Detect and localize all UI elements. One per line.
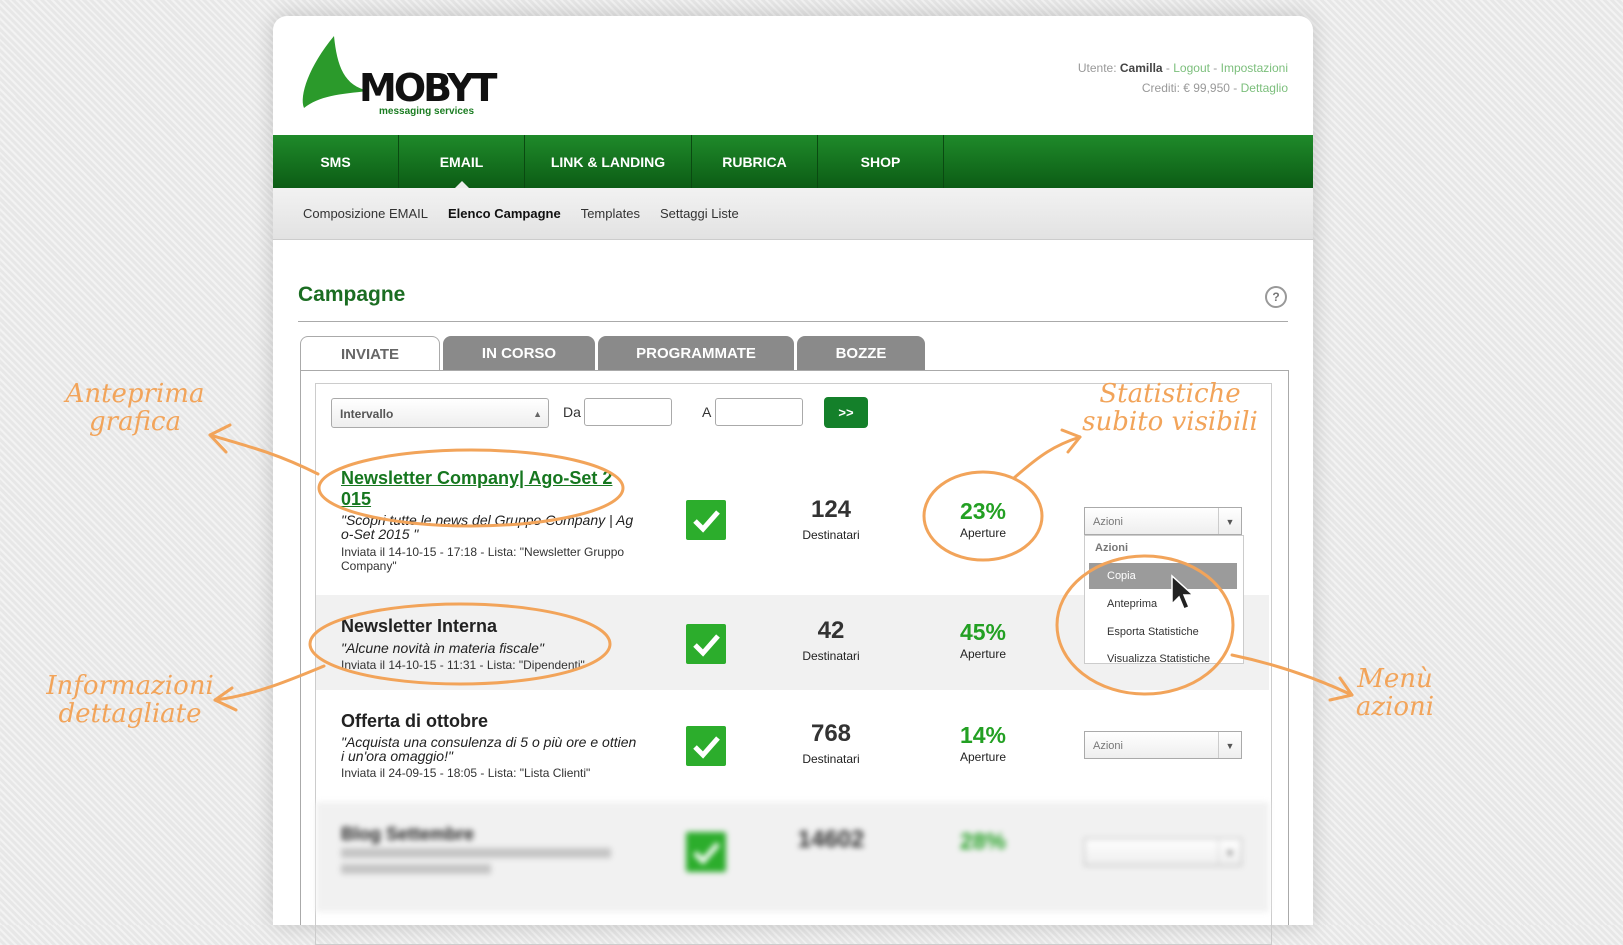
actions-value: Azioni: [1093, 740, 1123, 752]
subnav-templates[interactable]: Templates: [581, 206, 640, 221]
open-rate: 28%: [959, 828, 1007, 854]
open-rate-label: Aperture: [959, 750, 1007, 764]
recipients-count: 768: [810, 720, 852, 747]
blurred-text: [341, 864, 491, 874]
to-date-input[interactable]: [715, 398, 803, 426]
actions-select[interactable]: Azioni ▼: [1084, 731, 1242, 759]
interval-value: Intervallo: [340, 407, 394, 421]
subnav-composizione[interactable]: Composizione EMAIL: [303, 206, 428, 221]
open-rate: 14%: [959, 722, 1007, 748]
detail-link[interactable]: Dettaglio: [1241, 81, 1288, 95]
tab-inviate[interactable]: INVIATE: [300, 336, 440, 371]
tab-in-corso[interactable]: IN CORSO: [443, 336, 595, 370]
settings-link[interactable]: Impostazioni: [1221, 61, 1288, 75]
menu-item-visualizza-statistiche[interactable]: Visualizza Statistiche: [1089, 646, 1237, 672]
sent-check-icon: [686, 500, 726, 540]
desc-line2: i un'ora omaggio!": [341, 748, 453, 764]
chevron-down-icon: ▼: [1218, 508, 1241, 534]
campaign-row: Offerta di ottobre "Acquista una consule…: [316, 690, 1269, 800]
help-icon[interactable]: ?: [1265, 286, 1287, 308]
nav-link-landing[interactable]: LINK & LANDING: [525, 135, 692, 188]
campaign-tabs: INVIATE IN CORSO PROGRAMMATE BOZZE: [300, 336, 928, 371]
main-nav: SMS EMAIL LINK & LANDING RUBRICA SHOP: [273, 135, 1313, 189]
actions-value: Azioni: [1093, 516, 1123, 528]
campaign-title[interactable]: Newsletter Interna: [341, 616, 497, 637]
menu-header: Azioni: [1095, 542, 1128, 554]
chevron-down-icon: ▼: [1218, 732, 1241, 758]
menu-item-anteprima[interactable]: Anteprima: [1089, 591, 1237, 617]
campaign-title[interactable]: Blog Settembre: [341, 824, 474, 845]
annotation-preview: Anteprima grafica: [65, 379, 205, 437]
from-date-input[interactable]: [584, 398, 672, 426]
mouse-cursor-icon: [1171, 574, 1195, 610]
sub-nav: Composizione EMAIL Elenco Campagne Templ…: [273, 188, 1313, 240]
actions-select[interactable]: ▼: [1084, 838, 1242, 866]
recipients-count: 14602: [797, 826, 865, 853]
subnav-settaggi-liste[interactable]: Settaggi Liste: [660, 206, 739, 221]
sent-check-icon: [686, 726, 726, 766]
open-rate: 23%: [959, 498, 1007, 524]
recipients-count: 124: [810, 496, 852, 523]
nav-shop[interactable]: SHOP: [818, 135, 944, 188]
annotation-detailed-info: Informazioni dettagliate: [46, 671, 214, 729]
open-rate: 45%: [959, 619, 1007, 645]
recipients-label: Destinatari: [802, 528, 860, 542]
actions-dropdown-menu: Azioni Copia Anteprima Esporta Statistic…: [1084, 535, 1244, 665]
campaign-description: "Scopri tutte le news del Gruppo Company…: [341, 513, 633, 541]
annotation-statistics: Statistiche subito visibili: [1082, 379, 1258, 437]
credit-label: Crediti: € 99,950: [1141, 81, 1230, 95]
open-rate-label: Aperture: [959, 647, 1007, 661]
user-label: Utente:: [1077, 61, 1117, 75]
filter-go-button[interactable]: >>: [824, 397, 868, 428]
tab-bozze[interactable]: BOZZE: [797, 336, 925, 370]
mobyt-logo[interactable]: MOBYT messaging services: [299, 36, 499, 131]
nav-rubrica[interactable]: RUBRICA: [692, 135, 818, 188]
nav-sms[interactable]: SMS: [273, 135, 399, 188]
campaign-title-line1[interactable]: Newsletter Company| Ago-Set 2: [341, 468, 612, 488]
subnav-elenco-campagne[interactable]: Elenco Campagne: [448, 206, 561, 221]
campaign-title-line2[interactable]: 015: [341, 489, 371, 509]
select-arrows-icon: ▲: [533, 409, 542, 419]
interval-select[interactable]: Intervallo ▲: [331, 398, 549, 428]
page-title: Campagne: [298, 283, 406, 306]
from-label: Da: [563, 404, 581, 420]
sent-check-icon: [686, 832, 726, 872]
meta-line1: Inviata il 14-10-15 - 17:18 - Lista: "Ne…: [341, 545, 625, 559]
recipients-count: 42: [817, 617, 845, 644]
title-divider: [298, 321, 1288, 322]
campaign-meta: Inviata il 24-09-15 - 18:05 - Lista: "Li…: [341, 766, 591, 780]
logo-subtitle: messaging services: [379, 106, 475, 117]
to-label: A: [702, 404, 712, 420]
blurred-text: [341, 848, 611, 858]
campaign-row: Blog Settembre 14602 28% ▼: [316, 802, 1269, 912]
recipients-label: Destinatari: [802, 752, 860, 766]
desc-line2: o-Set 2015 ": [341, 526, 419, 542]
campaign-title[interactable]: Newsletter Company| Ago-Set 2 015: [341, 468, 612, 510]
campaign-meta: Inviata il 14-10-15 - 11:31 - Lista: "Di…: [341, 658, 585, 672]
sent-check-icon: [686, 624, 726, 664]
user-name: Camilla: [1119, 61, 1163, 75]
annotation-actions-menu: Menù azioni: [1355, 664, 1435, 722]
campaign-title[interactable]: Offerta di ottobre: [341, 711, 488, 732]
arrow-head: [1328, 676, 1354, 702]
chevron-down-icon: ▼: [1218, 839, 1241, 865]
open-rate-label: Aperture: [959, 526, 1007, 540]
tab-programmate[interactable]: PROGRAMMATE: [598, 336, 794, 370]
campaign-description: "Acquista una consulenza di 5 o più ore …: [341, 735, 636, 763]
campaign-description: "Alcune novità in materia fiscale": [341, 640, 544, 656]
campaign-meta: Inviata il 14-10-15 - 17:18 - Lista: "Ne…: [341, 545, 624, 573]
recipients-label: Destinatari: [802, 649, 860, 663]
menu-item-esporta-statistiche[interactable]: Esporta Statistiche: [1089, 619, 1237, 645]
logout-link[interactable]: Logout: [1173, 61, 1210, 75]
menu-item-copia[interactable]: Copia: [1089, 563, 1237, 589]
logo-text: MOBYT: [359, 66, 497, 110]
actions-select[interactable]: Azioni ▼: [1084, 507, 1242, 535]
user-info: Utente: Camilla - Logout - Impostazioni …: [1077, 61, 1288, 95]
nav-email[interactable]: EMAIL: [399, 135, 525, 189]
meta-line2: Company": [341, 559, 397, 573]
